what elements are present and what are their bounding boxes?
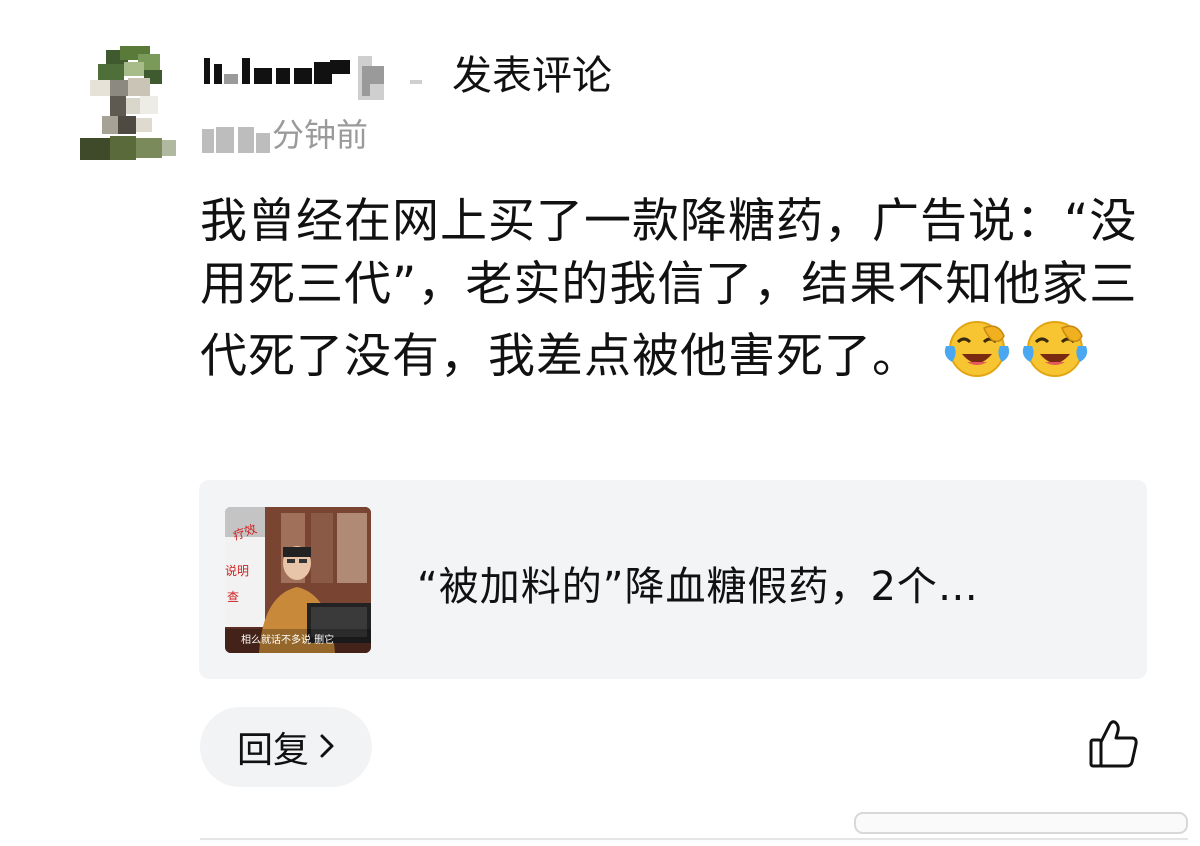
- link-card-title: “被加料的”降血糖假药，2个…: [417, 564, 979, 610]
- divider: [200, 838, 1188, 840]
- comment-timestamp: 分钟前: [202, 110, 368, 156]
- chevron-right-icon: [319, 727, 335, 768]
- timestamp-label: 分钟前: [272, 116, 369, 154]
- reply-label: 回复: [236, 730, 309, 771]
- comment-body: 我曾经在网上买了一款降糖药，广告说：“没用死三代”，老实的我信了，结果不知他家三…: [200, 190, 1140, 388]
- username-masked[interactable]: [202, 44, 452, 100]
- laughing-crying-emoji-icon: [1022, 321, 1088, 377]
- laughing-crying-emoji-icon: [944, 321, 1010, 377]
- link-card[interactable]: 疗效 说明 查 相么就话不多说 删它 “被加料的”降血糖假药，2个…: [199, 480, 1147, 679]
- reply-button[interactable]: 回复: [200, 707, 372, 787]
- thumb-caption: 相么就话不多说 删它: [241, 633, 334, 646]
- timestamp-masked: [202, 119, 272, 155]
- user-avatar[interactable]: [80, 44, 176, 160]
- link-card-thumbnail: 疗效 说明 查 相么就话不多说 删它: [225, 507, 371, 653]
- avatar-image: [80, 44, 176, 160]
- thumbs-up-icon[interactable]: [1088, 718, 1140, 770]
- horizontal-scrollbar[interactable]: [854, 812, 1188, 834]
- comment-action-label: 发表评论: [452, 53, 612, 99]
- video-thumbnail-image: 疗效 说明 查 相么就话不多说 删它: [225, 507, 371, 653]
- thumb-side-text-3: 查: [227, 590, 239, 604]
- thumb-side-text-2: 说明: [225, 563, 249, 578]
- comment-header: 发表评论: [202, 44, 612, 100]
